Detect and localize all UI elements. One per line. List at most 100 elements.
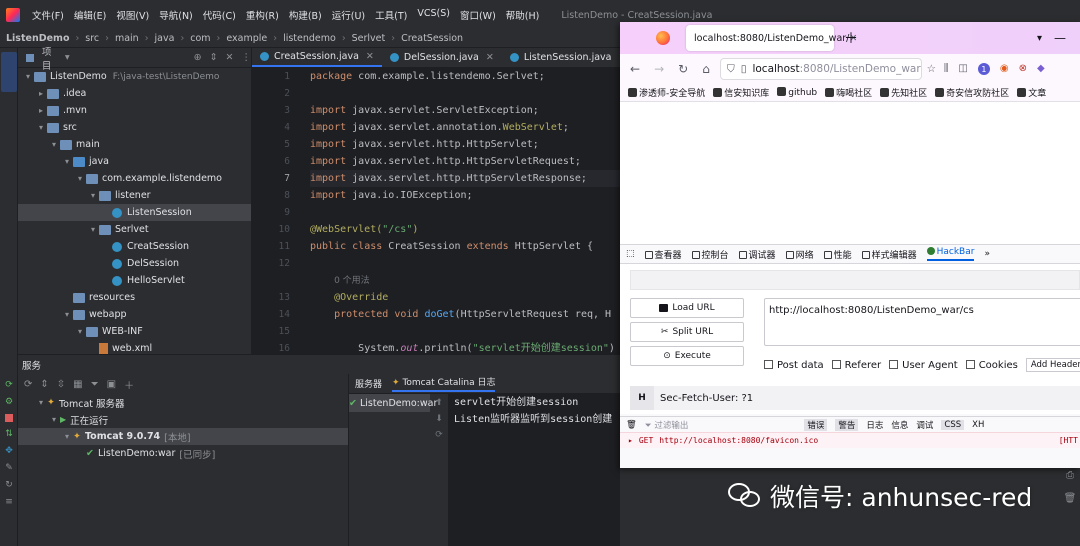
menu-item-7[interactable]: 运行(U)	[332, 8, 365, 22]
menu-item-2[interactable]: 视图(V)	[116, 8, 149, 22]
breadcrumb-item[interactable]: CreatSession	[401, 33, 463, 44]
devtools-tab[interactable]: 样式编辑器	[861, 248, 917, 261]
bookmark-item[interactable]: github	[777, 87, 817, 98]
post-data-checkbox[interactable]: Post data	[764, 359, 824, 371]
breadcrumb-item[interactable]: com	[190, 33, 210, 44]
bookmark-item[interactable]: 奇安信攻防社区	[935, 86, 1009, 99]
new-tab-button[interactable]: ＋	[844, 28, 858, 48]
element-picker-icon[interactable]: ⬚	[626, 249, 635, 259]
collapse-all-icon[interactable]: ⇳	[57, 379, 65, 390]
project-tree-item[interactable]: ▸ .mvn	[18, 102, 251, 119]
bookmark-item[interactable]: 文章	[1017, 86, 1046, 99]
console-level-filter[interactable]: 警告	[835, 418, 859, 431]
console-level-filter[interactable]: 日志	[866, 419, 883, 431]
breadcrumb-item[interactable]: src	[85, 33, 99, 44]
devtools-tab[interactable]: HackBar	[926, 247, 975, 261]
list-tabs-icon[interactable]: ▾	[1037, 33, 1042, 44]
page-content[interactable]	[620, 102, 1080, 244]
extension-badge-icon[interactable]: 1	[977, 63, 990, 75]
css-filter[interactable]: CSS	[941, 419, 965, 430]
user-agent-checkbox[interactable]: User Agent	[889, 359, 958, 371]
breadcrumb-item[interactable]: main	[115, 33, 139, 44]
code-area[interactable]: package com.example.listendemo.Serlvet; …	[310, 68, 620, 354]
menu-item-6[interactable]: 构建(B)	[289, 8, 322, 22]
deployment-item[interactable]: ✔ ListenDemo:war	[349, 394, 437, 412]
home-icon[interactable]: ⌂	[702, 62, 710, 76]
update-icon[interactable]: ⇅	[5, 429, 13, 439]
sidebar-icon[interactable]: ◫	[958, 63, 967, 75]
hackbar-url-input[interactable]: http://localhost:8080/ListenDemo_war/cs	[764, 298, 1080, 346]
code-editor[interactable]: 1 2 3 4 5 6 7 8 9 10 11 12 13 14 15 16 package com.exam…	[252, 68, 620, 354]
more-tools-icon[interactable]: »	[984, 249, 990, 259]
services-tree-item[interactable]: ▾ ✦ Tomcat 服务器	[18, 394, 348, 411]
undeploy-icon[interactable]: ⬇	[435, 414, 443, 424]
menu-item-10[interactable]: 窗口(W)	[460, 8, 496, 22]
expand-arrow-icon[interactable]: ▾	[35, 123, 47, 132]
breadcrumb-item[interactable]: example	[226, 33, 267, 44]
refresh-icon[interactable]: ⟳	[435, 430, 443, 440]
expand-arrow-icon[interactable]: ▾	[74, 327, 86, 336]
project-tree-item[interactable]: ListenSession	[18, 204, 251, 221]
wrench-icon[interactable]: ✎	[5, 463, 13, 473]
chevron-down-icon[interactable]: ▾	[65, 52, 70, 63]
bookmark-star-icon[interactable]: ☆	[927, 63, 936, 75]
forward-icon[interactable]: →	[654, 62, 664, 76]
project-tree-item[interactable]: CreatSession	[18, 238, 251, 255]
breadcrumb-item[interactable]: listendemo	[283, 33, 336, 44]
extension-icon[interactable]: ◉	[1000, 63, 1009, 75]
project-tree-item[interactable]: ▸ .idea	[18, 85, 251, 102]
project-tree-item[interactable]: ▾ ListenDemo F:\java-test\ListenDemo	[18, 68, 251, 85]
menu-item-9[interactable]: VCS(S)	[417, 8, 450, 22]
close-tab-icon[interactable]: ✕	[366, 51, 374, 62]
refresh-icon[interactable]: ⟳	[24, 379, 32, 390]
console-error-row[interactable]: ▸ GET http://localhost:8080/favicon.ico …	[620, 432, 1080, 448]
tab-server[interactable]: 服务器	[355, 377, 382, 390]
console-level-filter[interactable]: 信息	[891, 419, 908, 431]
console-level-filter[interactable]: 错误	[804, 418, 828, 431]
target-icon[interactable]: ⊕	[194, 52, 202, 63]
header-toggle[interactable]: H	[630, 386, 654, 410]
expand-arrow-icon[interactable]: ▾	[61, 310, 73, 319]
cookies-checkbox[interactable]: Cookies	[965, 359, 1018, 371]
services-tree-item[interactable]: ▾ ▶ 正在运行	[18, 411, 348, 428]
debug-icon[interactable]: ⚙	[5, 397, 13, 407]
services-tree-item[interactable]: ✔ ListenDemo:war [已同步]	[18, 445, 348, 462]
extension-icon[interactable]: ⊗	[1019, 63, 1027, 75]
hackbar-menu-bar[interactable]	[630, 270, 1080, 290]
expand-arrow-icon[interactable]: ▾	[35, 398, 47, 407]
group-icon[interactable]: ▦	[73, 379, 82, 390]
close-icon[interactable]: ✕	[226, 52, 234, 63]
page-icon[interactable]: ▯	[741, 63, 747, 75]
expand-arrow-icon[interactable]: ▾	[22, 72, 34, 81]
deploy-icon[interactable]: ✥	[5, 446, 13, 456]
extension-icon[interactable]: ◆	[1037, 63, 1045, 75]
close-tab-icon[interactable]: ✕	[486, 52, 494, 63]
expand-arrow-icon[interactable]: ▾	[61, 157, 73, 166]
menu-item-3[interactable]: 导航(N)	[159, 8, 193, 22]
project-tree-item[interactable]: ▾ java	[18, 153, 251, 170]
project-tree-item[interactable]: ▾ src	[18, 119, 251, 136]
load-url-button[interactable]: Load URL	[630, 298, 744, 318]
server-console[interactable]: servlet开始创建session Listen监听器监听到session创建	[448, 394, 620, 546]
minimize-icon[interactable]: —	[1054, 31, 1066, 45]
expand-arrow-icon[interactable]: ▸	[35, 89, 47, 98]
referer-checkbox[interactable]: Referer	[831, 359, 881, 371]
expand-arrow-icon[interactable]: ▾	[87, 225, 99, 234]
trash-icon[interactable]: 🗑	[1064, 493, 1077, 504]
project-tree-item[interactable]: ▾ Serlvet	[18, 221, 251, 238]
print-icon[interactable]: ⎙	[1066, 470, 1074, 481]
breadcrumb-item[interactable]: Serlvet	[352, 33, 386, 44]
reload-icon[interactable]: ↻	[678, 62, 688, 76]
layout-icon[interactable]: ▣	[107, 379, 116, 390]
xhr-filter[interactable]: XH	[972, 420, 984, 430]
menu-item-0[interactable]: 文件(F)	[32, 8, 64, 22]
browser-tab[interactable]: localhost:8080/ListenDemo_war/ ✕	[686, 25, 857, 51]
expand-arrow-icon[interactable]: ▾	[48, 140, 60, 149]
editor-tab[interactable]: ListenSession.java✕	[502, 48, 635, 67]
editor-tab[interactable]: CreatSession.java ✕	[252, 48, 382, 67]
expand-arrow-icon[interactable]: ▸	[35, 106, 47, 115]
services-tree-item[interactable]: ▾ ✦ Tomcat 9.0.74 [本地]	[18, 428, 348, 445]
layers-icon[interactable]: ≡	[5, 497, 13, 507]
add-header-button[interactable]: Add Header	[1025, 358, 1080, 372]
menu-item-4[interactable]: 代码(C)	[203, 8, 236, 22]
